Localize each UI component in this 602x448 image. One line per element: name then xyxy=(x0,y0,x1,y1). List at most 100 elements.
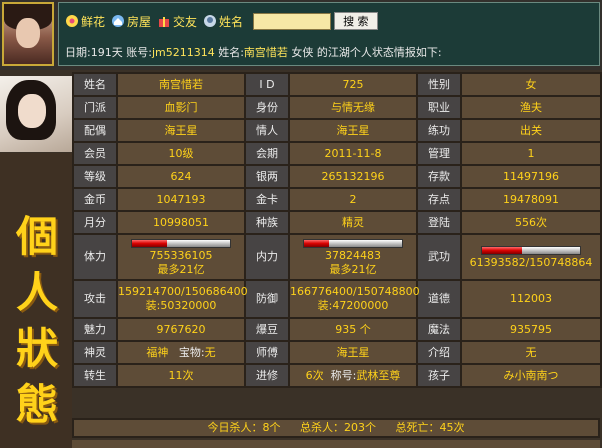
table-row: 月分 10998051 种族 精灵 登陆 556次 xyxy=(72,210,602,235)
hp-label: 体力 xyxy=(72,233,118,281)
skill-label: 武功 xyxy=(416,233,462,281)
search-person-icon xyxy=(204,15,217,27)
search-input[interactable] xyxy=(253,12,332,30)
stat-label: 魔法 xyxy=(416,317,462,342)
stat-value: 1047193 xyxy=(116,187,246,212)
title-panel: 個人狀態 xyxy=(0,153,72,448)
stat-value: 10998051 xyxy=(116,210,246,235)
name-value: 南宫惜若 xyxy=(243,46,288,59)
table-row: 神灵 福神 宝物:无 师傅 海王星 介绍 无 xyxy=(72,340,602,365)
stat-label: 会期 xyxy=(244,141,290,166)
advance-cell: 6次 称号:武林至尊 xyxy=(288,363,418,388)
stat-label: 魅力 xyxy=(72,317,118,342)
stat-value: 265132196 xyxy=(288,164,418,189)
account-value: jm5211314 xyxy=(151,46,215,59)
stat-label: 金卡 xyxy=(244,187,290,212)
stat-label: 爆豆 xyxy=(244,317,290,342)
treasure-value: 无 xyxy=(204,345,216,359)
stat-label: 管理 xyxy=(416,141,462,166)
hp-max: 最多21亿 xyxy=(157,263,205,276)
stat-label: 会员 xyxy=(72,141,118,166)
rebirth-value: 11次 xyxy=(116,363,246,388)
advance-label: 进修 xyxy=(244,363,290,388)
stat-value: 2 xyxy=(288,187,418,212)
nav-house[interactable]: 房屋 xyxy=(111,13,151,30)
stat-label: 身份 xyxy=(244,95,290,120)
today-kills: 今日杀人：8个 xyxy=(207,421,281,434)
mp-value: 37824483 xyxy=(325,249,381,262)
stat-value: 10级 xyxy=(116,141,246,166)
bottom-strip xyxy=(72,440,600,448)
nav-flowers-label: 鲜花 xyxy=(81,14,106,29)
rebirth-label: 转生 xyxy=(72,363,118,388)
table-row: 金币 1047193 金卡 2 存点 19478091 xyxy=(72,187,602,212)
gift-icon xyxy=(159,17,170,27)
table-row: 配偶 海王星 情人 海王星 练功 出关 xyxy=(72,118,602,143)
user-portrait[interactable] xyxy=(2,2,54,66)
table-row: 转生 11次 进修 6次 称号:武林至尊 孩子 み小南南つ xyxy=(72,363,602,388)
stat-label: 职业 xyxy=(416,95,462,120)
treasure-label: 宝物: xyxy=(178,345,205,359)
hp-cell: 755336105 最多21亿 xyxy=(116,233,246,281)
page-title: 個人狀態 xyxy=(15,212,58,429)
total-kills: 总杀人：203个 xyxy=(300,421,376,434)
beast-cell: 福神 宝物:无 xyxy=(116,340,246,365)
info-row: 日期:191天 账号:jm5211314 姓名:南宫惜若 女侠 的江湖个人状态情… xyxy=(65,44,442,60)
name-label: 姓名: xyxy=(218,46,244,59)
table-row: 等级 624 银两 265132196 存款 11497196 xyxy=(72,164,602,189)
stat-value: 19478091 xyxy=(460,187,602,212)
stat-value: 935795 xyxy=(460,317,602,342)
top-bar: 鲜花 房屋 交友 姓名 搜 索 日期:191天 账号:jm5211314 姓名:… xyxy=(0,0,602,70)
table-row: 攻击 159214700/150686400 装:50320000 防御 166… xyxy=(72,279,602,319)
stat-value: 2011-11-8 xyxy=(288,141,418,166)
stat-value: 935 个 xyxy=(288,317,418,342)
intro-value: 无 xyxy=(460,340,602,365)
defense-value: 166776400/150748800 xyxy=(290,285,420,298)
stat-value: 624 xyxy=(116,164,246,189)
nav-name-search[interactable]: 姓名 xyxy=(203,13,243,30)
attack-equip: 装:50320000 xyxy=(145,299,217,312)
search-button[interactable]: 搜 索 xyxy=(334,12,378,30)
table-row: 门派 血影门 身份 与情无缘 职业 渔夫 xyxy=(72,95,602,120)
table-row: 会员 10级 会期 2011-11-8 管理 1 xyxy=(72,141,602,166)
hp-value: 755336105 xyxy=(149,249,213,262)
attack-cell: 159214700/150686400 装:50320000 xyxy=(116,279,248,319)
mp-bar xyxy=(303,239,403,248)
header-panel: 鲜花 房屋 交友 姓名 搜 索 日期:191天 账号:jm5211314 姓名:… xyxy=(58,2,600,66)
total-deaths: 总死亡：45次 xyxy=(395,421,465,434)
stat-value: 血影门 xyxy=(116,95,246,120)
stat-label: 金币 xyxy=(72,187,118,212)
stat-label: 性别 xyxy=(416,72,462,97)
mp-max: 最多21亿 xyxy=(329,263,377,276)
stat-value: 1 xyxy=(460,141,602,166)
morality-value: 112003 xyxy=(460,279,602,319)
stat-value: 556次 xyxy=(460,210,602,235)
stat-label: 登陆 xyxy=(416,210,462,235)
skill-bar xyxy=(481,246,581,255)
child-value: み小南南つ xyxy=(460,363,602,388)
defense-cell: 166776400/150748800 装:47200000 xyxy=(288,279,420,319)
stats-table: 姓名 南宫惜若 I D 725 性别女门派 血影门 身份 与情无缘 职业 渔夫 配偶 海王星 情人 海王星… xyxy=(72,72,602,388)
nav-friends[interactable]: 交友 xyxy=(157,13,197,30)
info-suffix: 的江湖个人状态情报如下: xyxy=(316,46,442,59)
skill-value: 61393582/150748864 xyxy=(469,256,593,269)
stat-value: 海王星 xyxy=(288,118,418,143)
stat-label: 姓名 xyxy=(72,72,118,97)
table-row: 姓名 南宫惜若 I D 725 性别女 xyxy=(72,72,602,97)
date-label: 日期: xyxy=(65,46,91,59)
hp-bar xyxy=(131,239,231,248)
nav-flowers[interactable]: 鲜花 xyxy=(65,13,105,30)
child-label: 孩子 xyxy=(416,363,462,388)
stat-value: 725 xyxy=(288,72,418,97)
stat-label: 存点 xyxy=(416,187,462,212)
master-label: 师傅 xyxy=(244,340,290,365)
mp-cell: 37824483 最多21亿 xyxy=(288,233,418,281)
flower-icon xyxy=(66,15,78,27)
master-value: 海王星 xyxy=(288,340,418,365)
morality-label: 道德 xyxy=(416,279,462,319)
character-avatar xyxy=(0,76,72,152)
skill-cell: 61393582/150748864 xyxy=(460,233,602,281)
nav-row: 鲜花 房屋 交友 姓名 搜 索 xyxy=(65,11,378,31)
rank-title-value: 武林至尊 xyxy=(356,368,401,382)
stat-value: 海王星 xyxy=(116,118,246,143)
